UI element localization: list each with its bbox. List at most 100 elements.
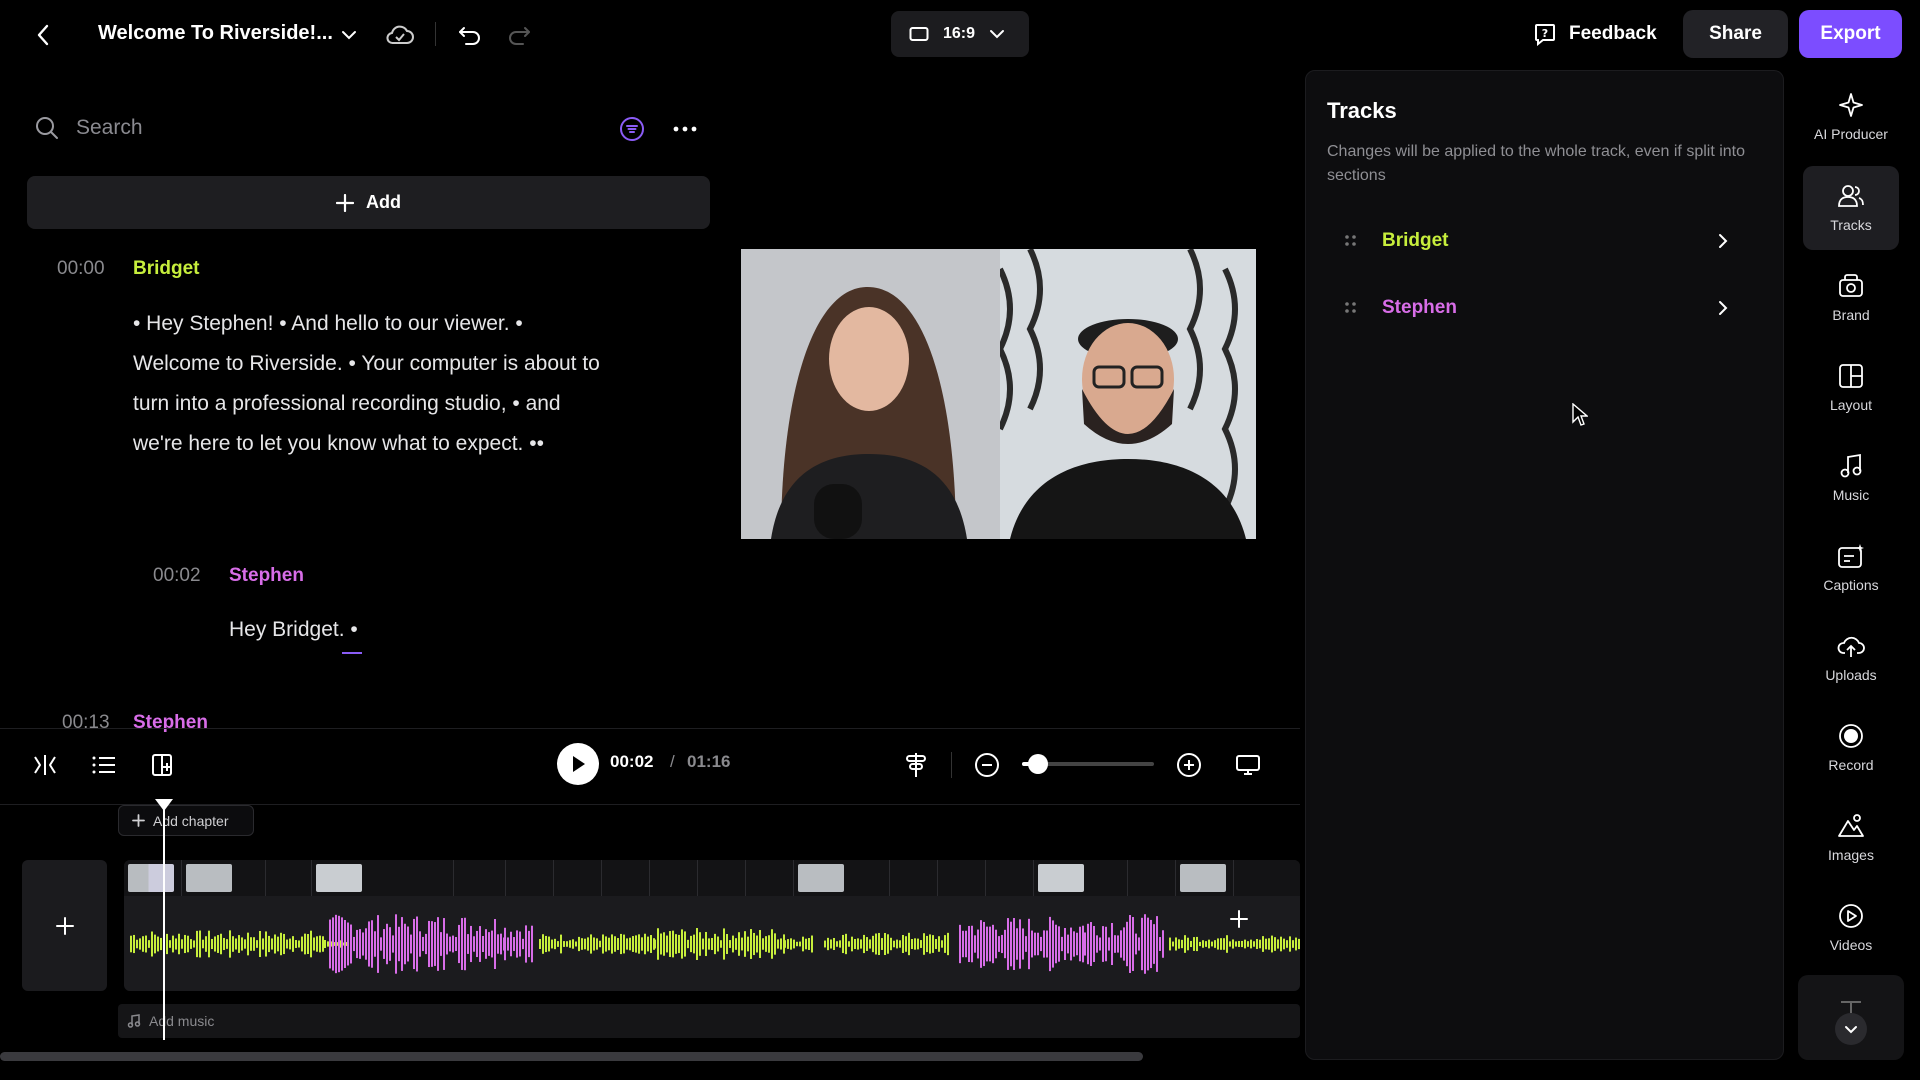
waveform-bar — [805, 938, 807, 950]
export-button[interactable]: Export — [1799, 10, 1902, 58]
waveform-bar — [857, 938, 859, 950]
waveform-bar — [914, 938, 916, 950]
zoom-in-icon[interactable] — [1174, 750, 1204, 780]
drag-handle-icon[interactable] — [1344, 234, 1358, 248]
thumbnail-cell — [698, 860, 746, 896]
zoom-out-icon[interactable] — [972, 750, 1002, 780]
rail-captions[interactable]: Captions — [1803, 526, 1899, 610]
play-button[interactable] — [557, 743, 599, 785]
add-chapter-button[interactable]: Add chapter — [118, 805, 254, 836]
waveform-bar — [1034, 932, 1036, 956]
timestamp[interactable]: 00:02 — [153, 565, 201, 587]
rail-music[interactable]: Music — [1803, 436, 1899, 520]
search-input[interactable] — [76, 116, 576, 140]
playhead-handle[interactable] — [155, 799, 173, 811]
speaker-name[interactable]: Stephen — [229, 565, 304, 587]
waveform-bar — [808, 938, 810, 950]
rail-uploads[interactable]: Uploads — [1803, 616, 1899, 700]
waveform-bar — [1010, 921, 1012, 967]
waveform-bar — [437, 917, 439, 971]
waveform-bar — [383, 929, 385, 959]
cloud-sync-icon[interactable] — [384, 20, 416, 50]
waveform-bar — [1262, 936, 1264, 952]
waveform-bar — [1277, 939, 1279, 949]
timestamp[interactable]: 00:00 — [57, 258, 105, 280]
rail-images[interactable]: Images — [1803, 796, 1899, 880]
waveform-bar — [1043, 930, 1045, 958]
share-button[interactable]: Share — [1683, 10, 1788, 58]
thumbnail-cell — [794, 860, 890, 896]
track-row-bridget[interactable]: Bridget — [1320, 216, 1740, 266]
waveform-bar — [1172, 941, 1174, 947]
waveform-bar — [327, 941, 329, 947]
waveform-bar — [774, 933, 776, 955]
playhead[interactable] — [163, 805, 165, 1040]
video-track[interactable] — [124, 860, 1300, 991]
waveform-bar — [413, 918, 415, 970]
waveform-bar — [522, 938, 524, 950]
video-preview[interactable] — [741, 249, 1256, 539]
waveform-bar — [896, 939, 898, 949]
waveform-bar — [684, 931, 686, 957]
filter-icon[interactable] — [618, 115, 646, 143]
speaker-name[interactable]: Bridget — [133, 258, 200, 280]
rail-ai-producer[interactable]: AI Producer — [1803, 75, 1899, 159]
more-options-icon[interactable] — [671, 115, 699, 143]
aspect-ratio-select[interactable]: 16:9 — [891, 11, 1029, 57]
waveform-bar — [799, 941, 801, 947]
waveform-bar — [374, 931, 376, 957]
add-track-button[interactable] — [22, 860, 107, 991]
waveform-bar — [650, 935, 652, 953]
waveform-bar — [1238, 940, 1240, 948]
project-title[interactable]: Welcome To Riverside!... — [98, 22, 333, 45]
waveform-bar — [827, 937, 829, 951]
add-button[interactable]: Add — [27, 176, 710, 229]
track-row-stephen[interactable]: Stephen — [1320, 283, 1740, 333]
horizontal-scrollbar[interactable] — [0, 1052, 1143, 1061]
speaker-name[interactable]: Stephen — [133, 712, 208, 734]
rail-tracks[interactable]: Tracks — [1803, 166, 1899, 250]
rail-layout[interactable]: Layout — [1803, 346, 1899, 430]
waveform-bar — [428, 920, 430, 968]
zoom-slider-handle[interactable] — [1027, 754, 1048, 774]
waveform-bar — [425, 933, 427, 955]
waveform-bar — [353, 936, 355, 952]
add-clip-button[interactable] — [1224, 904, 1254, 934]
thumbnail-cell — [182, 860, 266, 896]
waveform-bar — [726, 934, 728, 954]
split-icon[interactable] — [30, 750, 60, 780]
waveform-bar — [301, 936, 303, 952]
list-icon[interactable] — [89, 750, 119, 780]
transcript-text[interactable]: Hey Bridget. • — [229, 618, 358, 641]
add-music-button[interactable]: Add music — [118, 1004, 1300, 1038]
thumbnail-cell — [124, 860, 182, 896]
transcript-paragraph[interactable]: Hey Bridget. • — [229, 610, 629, 654]
waveform-bar — [136, 939, 138, 949]
waveform-bar — [802, 936, 804, 952]
back-arrow-icon[interactable] — [30, 22, 56, 48]
transcript-paragraph[interactable]: • Hey Stephen! • And hello to our viewer… — [133, 304, 613, 464]
waveform-bar — [1031, 930, 1033, 958]
waveform-bar — [1058, 926, 1060, 962]
waveform-bar — [467, 934, 469, 954]
waveform-bar — [488, 932, 490, 956]
timestamp[interactable]: 00:13 — [62, 712, 110, 734]
waveform-bar — [232, 936, 234, 952]
waveform-bar — [599, 940, 601, 948]
rail-brand[interactable]: Brand — [1803, 256, 1899, 340]
waveform-bar — [938, 936, 940, 952]
rail-videos[interactable]: Videos — [1803, 886, 1899, 970]
align-icon[interactable] — [901, 750, 931, 780]
chevron-down-icon[interactable] — [338, 24, 360, 46]
fit-screen-icon[interactable] — [1233, 750, 1263, 780]
drag-handle-icon[interactable] — [1344, 301, 1358, 315]
feedback-button[interactable]: ? Feedback — [1523, 11, 1665, 57]
waveform-bar — [332, 917, 334, 971]
search-icon — [36, 117, 58, 139]
add-layout-icon[interactable] — [148, 750, 178, 780]
undo-icon[interactable] — [455, 20, 485, 50]
scroll-down-button[interactable] — [1835, 1013, 1867, 1045]
redo-icon[interactable] — [504, 20, 534, 50]
waveform-bar — [1205, 941, 1207, 947]
rail-record[interactable]: Record — [1803, 706, 1899, 790]
